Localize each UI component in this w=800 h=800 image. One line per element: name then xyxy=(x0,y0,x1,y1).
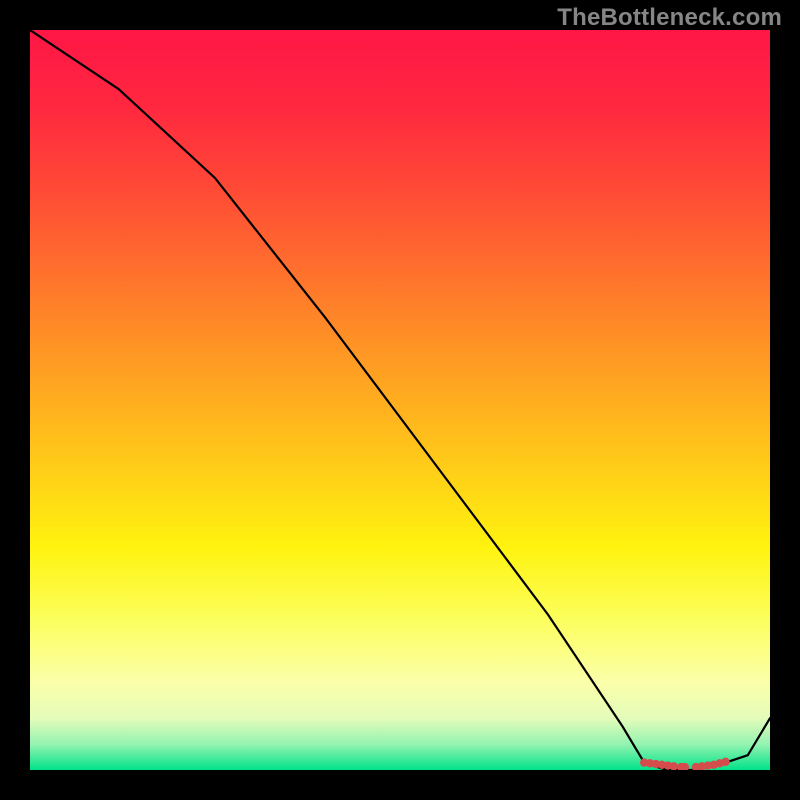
watermark-text: TheBottleneck.com xyxy=(557,4,782,32)
min-marker xyxy=(721,758,729,766)
gradient-background xyxy=(30,30,770,770)
gradient-line-chart xyxy=(30,30,770,770)
chart-stage: TheBottleneck.com xyxy=(0,0,800,800)
plot-area xyxy=(30,30,770,770)
